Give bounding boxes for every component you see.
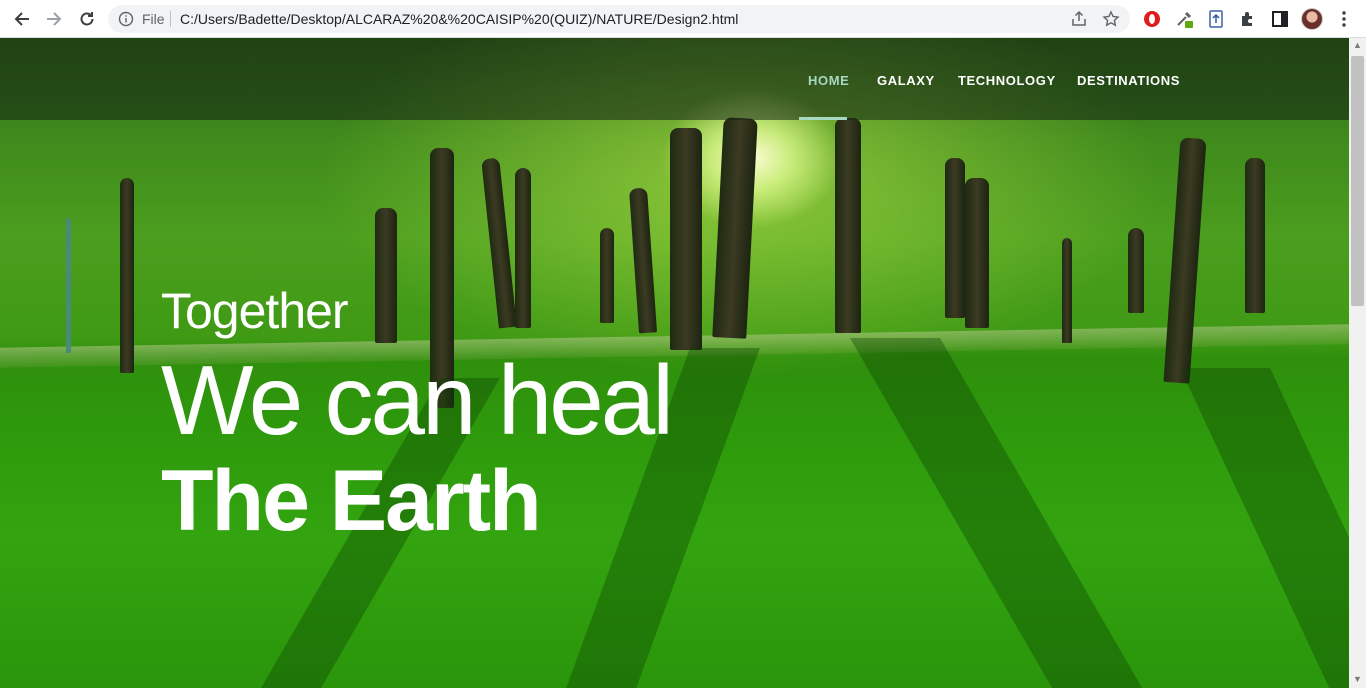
reload-icon xyxy=(80,12,94,26)
back-button[interactable] xyxy=(10,7,34,31)
share-icon[interactable] xyxy=(1070,10,1088,28)
tree-trunk xyxy=(515,168,531,328)
nav-galaxy-link[interactable]: GALAXY xyxy=(877,73,935,88)
url-text[interactable]: C:/Users/Badette/Desktop/ALCARAZ%20&%20C… xyxy=(180,11,738,27)
scroll-up-arrow-icon[interactable]: ▲ xyxy=(1353,41,1362,50)
forward-button[interactable] xyxy=(42,7,66,31)
back-arrow-icon xyxy=(14,12,29,26)
hero-line-earth: The Earth xyxy=(161,453,542,549)
scrollbar-thumb[interactable] xyxy=(1351,56,1364,306)
tree-trunk xyxy=(712,117,758,339)
tree-trunk xyxy=(945,158,965,318)
tree-trunk xyxy=(628,187,658,334)
info-icon[interactable] xyxy=(118,11,134,27)
reload-button[interactable] xyxy=(75,7,99,31)
tree-trunk xyxy=(481,157,517,329)
forward-arrow-icon xyxy=(47,12,62,26)
bookmark-star-icon[interactable] xyxy=(1102,10,1120,28)
nav-technology-link[interactable]: TECHNOLOGY xyxy=(958,73,1056,88)
extensions-puzzle-icon[interactable] xyxy=(1238,9,1258,29)
file-label: File xyxy=(142,11,165,27)
lamp-post xyxy=(66,218,71,353)
upload-extension-icon[interactable] xyxy=(1206,9,1226,29)
address-bar[interactable]: File C:/Users/Badette/Desktop/ALCARAZ%20… xyxy=(108,5,1130,33)
tree-trunk xyxy=(120,178,134,373)
tree-trunk xyxy=(965,178,989,328)
scroll-down-arrow-icon[interactable]: ▼ xyxy=(1353,675,1362,684)
eyedropper-extension-icon[interactable] xyxy=(1174,9,1194,29)
opera-extension-icon[interactable] xyxy=(1142,9,1162,29)
active-nav-indicator xyxy=(799,117,847,120)
nav-destinations-link[interactable]: DESTINATIONS xyxy=(1077,73,1180,88)
side-panel-icon[interactable] xyxy=(1270,9,1290,29)
tree-shadow xyxy=(850,338,1148,688)
page-scrollbar[interactable]: ▲ ▼ xyxy=(1349,38,1366,688)
tree-trunk xyxy=(670,128,702,350)
site-navbar: HOME GALAXY TECHNOLOGY DESTINATIONS xyxy=(0,38,1349,120)
tree-trunk xyxy=(1245,158,1265,313)
profile-avatar[interactable] xyxy=(1301,8,1323,30)
tree-trunk xyxy=(375,208,397,343)
tree-shadow xyxy=(1180,368,1349,688)
tree-trunk xyxy=(1062,238,1072,343)
nav-home-link[interactable]: HOME xyxy=(808,73,849,88)
tree-trunk xyxy=(1128,228,1144,313)
tree-trunk xyxy=(600,228,614,323)
tree-trunk xyxy=(835,118,861,333)
hero-line-together: Together xyxy=(161,283,349,339)
page-viewport: HOME GALAXY TECHNOLOGY DESTINATIONS Toge… xyxy=(0,38,1349,688)
more-menu-icon[interactable] xyxy=(1334,9,1354,29)
hero-line-heal: We can heal xyxy=(161,345,674,455)
omnibox-divider xyxy=(170,11,171,27)
browser-toolbar: File C:/Users/Badette/Desktop/ALCARAZ%20… xyxy=(0,0,1366,38)
